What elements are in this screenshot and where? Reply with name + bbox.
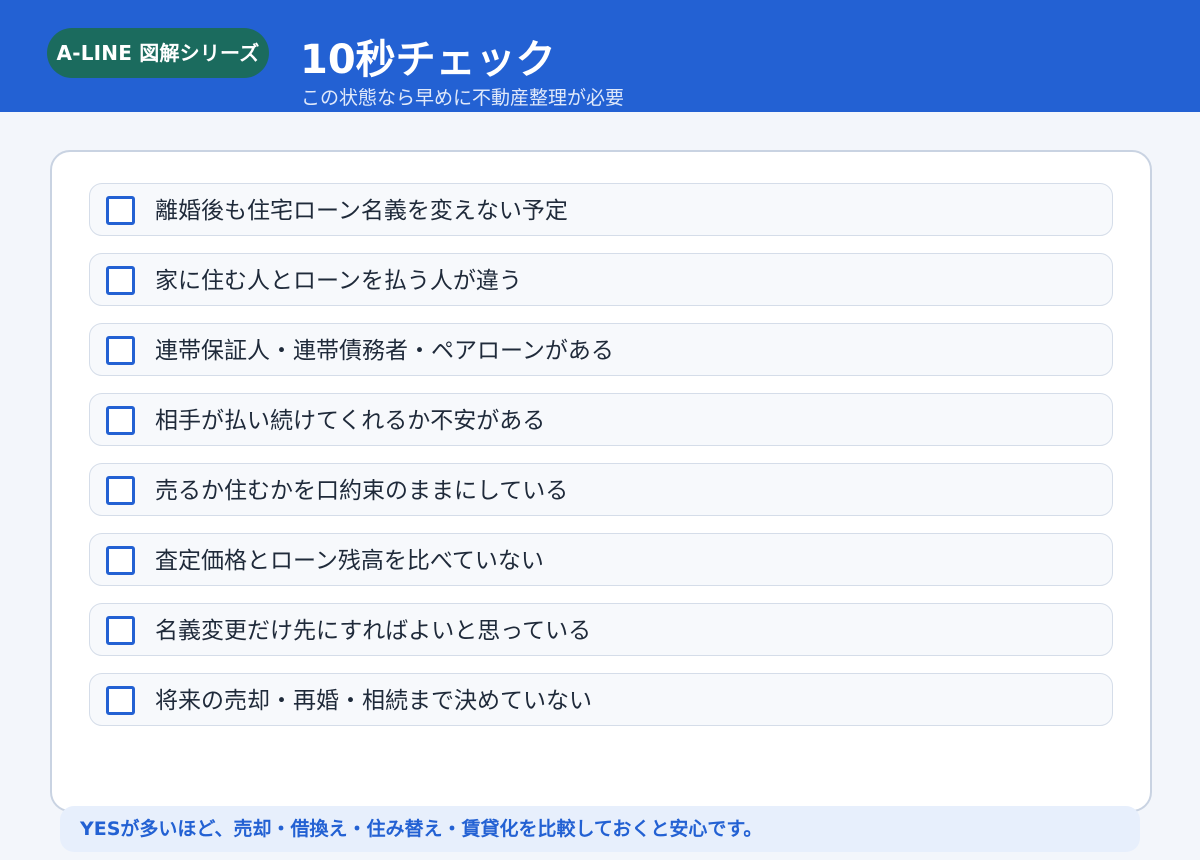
checklist-item-label: 家に住む人とローンを払う人が違う xyxy=(155,268,522,294)
checkbox[interactable] xyxy=(106,336,135,365)
checkbox[interactable] xyxy=(106,616,135,645)
checklist-item[interactable]: 相手が払い続けてくれるか不安がある xyxy=(89,393,1113,446)
checkbox[interactable] xyxy=(106,546,135,575)
checklist-item-label: 名義変更だけ先にすればよいと思っている xyxy=(155,618,592,644)
checklist-item[interactable]: 家に住む人とローンを払う人が違う xyxy=(89,253,1113,306)
checklist-item[interactable]: 売るか住むかを口約束のままにしている xyxy=(89,463,1113,516)
checklist-item-label: 離婚後も住宅ローン名義を変えない予定 xyxy=(155,198,568,224)
series-badge: A-LINE 図解シリーズ xyxy=(47,28,269,78)
checkbox[interactable] xyxy=(106,406,135,435)
checklist-item[interactable]: 離婚後も住宅ローン名義を変えない予定 xyxy=(89,183,1113,236)
checklist-item[interactable]: 連帯保証人・連帯債務者・ペアローンがある xyxy=(89,323,1113,376)
checklist-item[interactable]: 名義変更だけ先にすればよいと思っている xyxy=(89,603,1113,656)
checklist-item[interactable]: 査定価格とローン残高を比べていない xyxy=(89,533,1113,586)
checklist-item-label: 相手が払い続けてくれるか不安がある xyxy=(155,408,546,434)
checkbox[interactable] xyxy=(106,686,135,715)
checkbox[interactable] xyxy=(106,196,135,225)
page-subtitle: この状態なら早めに不動産整理が必要 xyxy=(301,87,625,109)
checklist-item[interactable]: 将来の売却・再婚・相続まで決めていない xyxy=(89,673,1113,726)
checkbox[interactable] xyxy=(106,476,135,505)
checklist-item-label: 将来の売却・再婚・相続まで決めていない xyxy=(155,688,592,714)
checklist-item-label: 連帯保証人・連帯債務者・ペアローンがある xyxy=(155,338,614,364)
header-banner: A-LINE 図解シリーズ 10秒チェック この状態なら早めに不動産整理が必要 xyxy=(0,0,1200,112)
checklist-card: 離婚後も住宅ローン名義を変えない予定 家に住む人とローンを払う人が違う 連帯保証… xyxy=(50,150,1152,812)
footer-note: YESが多いほど、売却・借換え・住み替え・賃貸化を比較しておくと安心です。 xyxy=(60,806,1140,852)
checklist-item-label: 売るか住むかを口約束のままにしている xyxy=(155,478,569,504)
checklist-item-label: 査定価格とローン残高を比べていない xyxy=(155,548,544,574)
page-title: 10秒チェック xyxy=(300,37,556,83)
checkbox[interactable] xyxy=(106,266,135,295)
